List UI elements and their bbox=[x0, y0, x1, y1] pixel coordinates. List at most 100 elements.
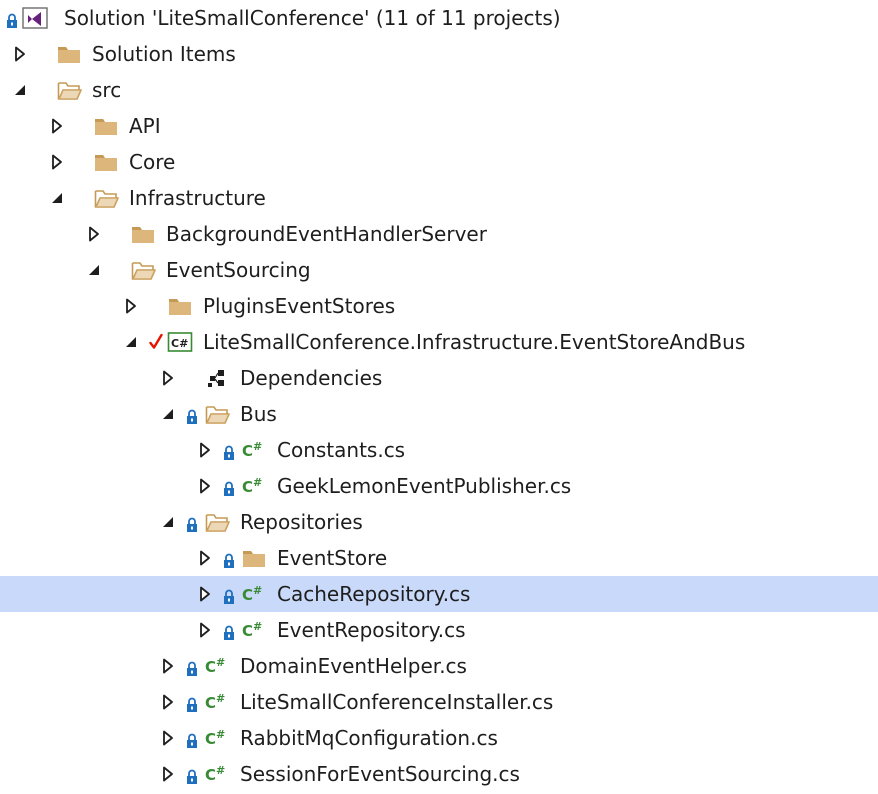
svg-text:#: # bbox=[253, 620, 262, 633]
lock-icon bbox=[186, 406, 198, 424]
svg-text:#: # bbox=[216, 728, 225, 741]
tree-item-label: SessionForEventSourcing.cs bbox=[240, 762, 520, 786]
folder-icon bbox=[130, 222, 156, 246]
expand-arrow-icon[interactable] bbox=[122, 297, 140, 315]
tree-item-label: src bbox=[92, 78, 122, 102]
lock-icon bbox=[223, 442, 235, 460]
tree-item-bus[interactable]: Bus bbox=[0, 396, 878, 432]
tree-item-label: Constants.cs bbox=[277, 438, 406, 462]
expand-arrow-icon[interactable] bbox=[48, 153, 66, 171]
expand-arrow-icon[interactable] bbox=[196, 585, 214, 603]
expand-arrow-icon[interactable] bbox=[11, 45, 29, 63]
solution-explorer-tree: Solution 'LiteSmallConference' (11 of 11… bbox=[0, 0, 878, 794]
svg-text:C: C bbox=[205, 766, 216, 784]
tree-item-constants-cs[interactable]: C # Constants.cs bbox=[0, 432, 878, 468]
folder-open-icon bbox=[93, 186, 119, 210]
lock-icon bbox=[223, 550, 235, 568]
solution-node[interactable]: Solution 'LiteSmallConference' (11 of 11… bbox=[0, 0, 878, 36]
svg-text:#: # bbox=[216, 656, 225, 669]
tree-item-eventstore[interactable]: EventStore bbox=[0, 540, 878, 576]
tree-item-label: Bus bbox=[240, 402, 277, 426]
lock-icon bbox=[186, 658, 198, 676]
tree-item-label: LiteSmallConference.Infrastructure.Event… bbox=[203, 330, 746, 354]
expand-arrow-icon[interactable] bbox=[196, 621, 214, 639]
dependencies-icon bbox=[204, 366, 230, 390]
expand-arrow-icon[interactable] bbox=[196, 549, 214, 567]
tree-item-src[interactable]: src bbox=[0, 72, 878, 108]
lock-icon bbox=[223, 478, 235, 496]
expand-arrow-icon[interactable] bbox=[48, 117, 66, 135]
tree-item-label: API bbox=[129, 114, 161, 138]
csharp-file-icon: C # bbox=[241, 582, 267, 606]
svg-text:#: # bbox=[253, 476, 262, 489]
collapse-arrow-icon[interactable] bbox=[122, 333, 140, 351]
tree-item-backgroundeventhandlerserver[interactable]: BackgroundEventHandlerServer bbox=[0, 216, 878, 252]
tree-item-eventrepository-cs[interactable]: C # EventRepository.cs bbox=[0, 612, 878, 648]
tree-item-api[interactable]: API bbox=[0, 108, 878, 144]
collapse-arrow-icon[interactable] bbox=[85, 261, 103, 279]
collapse-arrow-icon[interactable] bbox=[11, 81, 29, 99]
svg-text:#: # bbox=[216, 692, 225, 705]
tree-item-label: GeekLemonEventPublisher.cs bbox=[277, 474, 572, 498]
csharp-file-icon: C # bbox=[204, 762, 230, 786]
tree-item-solution-items[interactable]: Solution Items bbox=[0, 36, 878, 72]
tree-item-label: BackgroundEventHandlerServer bbox=[166, 222, 487, 246]
tree-item-rabbitmqconfiguration-cs[interactable]: C # RabbitMqConfiguration.cs bbox=[0, 720, 878, 756]
tree-item-eventsourcing[interactable]: EventSourcing bbox=[0, 252, 878, 288]
lock-icon bbox=[186, 730, 198, 748]
tree-item-sessionforeventsourcing-cs[interactable]: C # SessionForEventSourcing.cs bbox=[0, 756, 878, 792]
tree-item-label: Repositories bbox=[240, 510, 363, 534]
tree-item-label: PluginsEventStores bbox=[203, 294, 396, 318]
expand-arrow-icon[interactable] bbox=[159, 765, 177, 783]
expand-arrow-icon[interactable] bbox=[159, 693, 177, 711]
folder-open-icon bbox=[204, 510, 230, 534]
folder-icon bbox=[241, 546, 267, 570]
tree-item-litesmallconferenceinstaller-cs[interactable]: C # LiteSmallConferenceInstaller.cs bbox=[0, 684, 878, 720]
collapse-arrow-icon[interactable] bbox=[159, 405, 177, 423]
csproj-icon: C# bbox=[167, 330, 193, 354]
svg-text:#: # bbox=[216, 764, 225, 777]
svg-text:C#: C# bbox=[171, 337, 188, 350]
lock-icon bbox=[186, 514, 198, 532]
svg-text:C: C bbox=[205, 730, 216, 748]
lock-icon bbox=[186, 766, 198, 784]
svg-text:C: C bbox=[242, 622, 253, 640]
collapse-arrow-icon[interactable] bbox=[159, 513, 177, 531]
tree-item-label: DomainEventHelper.cs bbox=[240, 654, 467, 678]
tree-item-litesmallconference-infrastructure-eventstoreandbus[interactable]: C# LiteSmallConference.Infrastructure.Eve… bbox=[0, 324, 878, 360]
solution-icon bbox=[22, 6, 48, 30]
tree-item-label: EventSourcing bbox=[166, 258, 311, 282]
folder-icon bbox=[56, 42, 82, 66]
folder-open-icon bbox=[130, 258, 156, 282]
csharp-file-icon: C # bbox=[204, 654, 230, 678]
folder-icon bbox=[167, 294, 193, 318]
tree-item-label: Core bbox=[129, 150, 176, 174]
svg-text:C: C bbox=[242, 442, 253, 460]
tree-item-geeklemoneventpublisher-cs[interactable]: C # GeekLemonEventPublisher.cs bbox=[0, 468, 878, 504]
tree-item-label: Solution 'LiteSmallConference' (11 of 11… bbox=[64, 6, 561, 30]
expand-arrow-icon[interactable] bbox=[159, 729, 177, 747]
tree-item-core[interactable]: Core bbox=[0, 144, 878, 180]
tree-item-cacherepository-cs[interactable]: C # CacheRepository.cs bbox=[0, 576, 878, 612]
tree-item-label: EventStore bbox=[277, 546, 388, 570]
tree-item-label: RabbitMqConfiguration.cs bbox=[240, 726, 498, 750]
tree-item-label: LiteSmallConferenceInstaller.cs bbox=[240, 690, 554, 714]
svg-text:C: C bbox=[242, 478, 253, 496]
tree-item-repositories[interactable]: Repositories bbox=[0, 504, 878, 540]
svg-text:C: C bbox=[242, 586, 253, 604]
svg-text:#: # bbox=[253, 584, 262, 597]
tree-item-domaineventhelper-cs[interactable]: C # DomainEventHelper.cs bbox=[0, 648, 878, 684]
expand-arrow-icon[interactable] bbox=[159, 657, 177, 675]
collapse-arrow-icon[interactable] bbox=[48, 189, 66, 207]
svg-text:#: # bbox=[253, 440, 262, 453]
expand-arrow-icon[interactable] bbox=[196, 477, 214, 495]
tree-item-dependencies[interactable]: Dependencies bbox=[0, 360, 878, 396]
tree-item-infrastructure[interactable]: Infrastructure bbox=[0, 180, 878, 216]
csharp-file-icon: C # bbox=[241, 438, 267, 462]
tree-item-label: EventRepository.cs bbox=[277, 618, 466, 642]
expand-arrow-icon[interactable] bbox=[159, 369, 177, 387]
svg-text:C: C bbox=[205, 658, 216, 676]
tree-item-pluginseventstores[interactable]: PluginsEventStores bbox=[0, 288, 878, 324]
expand-arrow-icon[interactable] bbox=[85, 225, 103, 243]
expand-arrow-icon[interactable] bbox=[196, 441, 214, 459]
